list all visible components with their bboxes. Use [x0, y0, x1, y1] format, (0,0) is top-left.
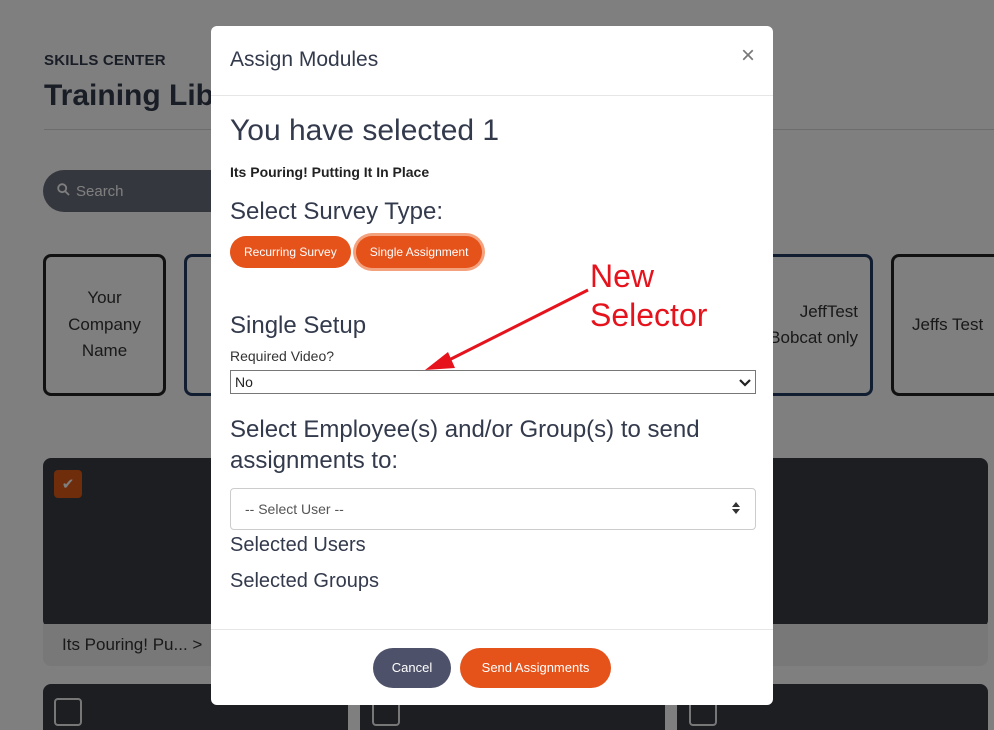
modal-footer: Cancel Send Assignments: [211, 629, 773, 705]
annotation-line-2: Selector: [590, 297, 708, 334]
required-video-value: No: [235, 374, 253, 390]
cancel-button[interactable]: Cancel: [373, 647, 451, 688]
modal-body: You have selected 1 Its Pouring! Putting…: [230, 114, 756, 593]
chevron-down-icon: [739, 374, 751, 390]
required-video-select[interactable]: No: [230, 370, 756, 394]
close-icon[interactable]: ×: [741, 44, 755, 68]
assign-modules-modal: Assign Modules × You have selected 1 Its…: [211, 26, 773, 705]
user-select[interactable]: -- Select User --: [230, 488, 756, 531]
user-select-value: -- Select User --: [245, 501, 344, 518]
selected-count-heading: You have selected 1: [230, 114, 500, 147]
modal-header: Assign Modules ×: [211, 26, 773, 96]
annotation-label: New Selector: [590, 257, 707, 335]
single-assignment-button[interactable]: Single Assignment: [355, 236, 483, 268]
selected-users-heading: Selected Users: [230, 534, 366, 557]
survey-type-heading: Select Survey Type:: [230, 198, 443, 225]
recurring-survey-button[interactable]: Recurring Survey: [230, 236, 351, 268]
required-video-label: Required Video?: [230, 348, 335, 364]
send-assignments-button[interactable]: Send Assignments: [460, 647, 611, 688]
modal-title: Assign Modules: [230, 48, 379, 71]
annotation-line-1: New: [590, 258, 655, 294]
employee-group-heading: Select Employee(s) and/or Group(s) to se…: [230, 416, 700, 475]
selected-module-name: Its Pouring! Putting It In Place: [230, 164, 430, 180]
sort-arrows-icon: [731, 501, 741, 517]
selected-groups-heading: Selected Groups: [230, 570, 379, 593]
